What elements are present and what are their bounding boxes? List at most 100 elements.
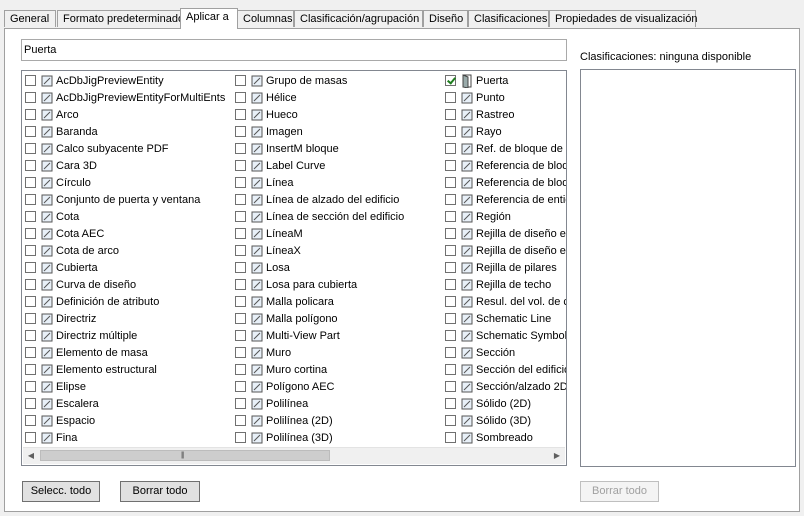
list-item[interactable]: InsertM bloque [232,140,438,157]
list-item[interactable]: Baranda [22,123,228,140]
list-item[interactable]: Rejilla de diseño er [442,242,566,259]
list-item[interactable]: Rejilla de diseño er [442,225,566,242]
item-checkbox[interactable] [25,143,36,154]
list-item[interactable]: Cara 3D [22,157,228,174]
list-item[interactable]: Punto [442,89,566,106]
list-item[interactable]: Referencia de entic [442,191,566,208]
item-checkbox[interactable] [445,415,456,426]
item-checkbox[interactable] [445,381,456,392]
list-item[interactable]: Referencia de bloq [442,174,566,191]
item-checkbox[interactable] [235,398,246,409]
list-item[interactable]: Conjunto de puerta y ventana [22,191,228,208]
scroll-right-icon[interactable]: ▶ [549,448,565,464]
list-item[interactable]: Fina [22,429,228,446]
item-checkbox[interactable] [445,177,456,188]
list-item[interactable]: Arco [22,106,228,123]
item-checkbox[interactable] [25,398,36,409]
item-checkbox[interactable] [445,398,456,409]
list-item[interactable]: Espacio [22,412,228,429]
list-item[interactable]: Línea de sección del edificio [232,208,438,225]
list-item[interactable]: Calco subyacente PDF [22,140,228,157]
list-item[interactable]: Polilínea [232,395,438,412]
list-item[interactable]: Schematic Line [442,310,566,327]
item-checkbox[interactable] [25,92,36,103]
item-checkbox[interactable] [445,313,456,324]
tab-formato-predeterminado[interactable]: Formato predeterminado [57,10,184,27]
list-item[interactable]: Multi-View Part [232,327,438,344]
item-checkbox[interactable] [25,126,36,137]
item-checkbox[interactable] [25,194,36,205]
list-item[interactable]: Resul. del vol. de c [442,293,566,310]
clear-all-button[interactable]: Borrar todo [120,481,200,502]
item-checkbox[interactable] [445,364,456,375]
item-checkbox[interactable] [25,330,36,341]
item-checkbox[interactable] [235,92,246,103]
list-item[interactable]: Hueco [232,106,438,123]
list-item[interactable]: Muro cortina [232,361,438,378]
list-item[interactable]: LíneaM [232,225,438,242]
list-item[interactable]: Sólido (2D) [442,395,566,412]
item-checkbox[interactable] [25,75,36,86]
list-item[interactable]: Losa para cubierta [232,276,438,293]
item-checkbox[interactable] [25,177,36,188]
list-item[interactable]: Rastreo [442,106,566,123]
item-checkbox[interactable] [445,432,456,443]
item-checkbox[interactable] [235,313,246,324]
filter-input[interactable] [21,39,567,61]
tab-clasificacion-agrupacion[interactable]: Clasificación/agrupación [294,10,423,27]
list-item[interactable]: Referencia de bloq [442,157,566,174]
item-checkbox[interactable] [235,415,246,426]
list-item[interactable]: Elemento de masa [22,344,228,361]
item-checkbox[interactable] [235,432,246,443]
tab-diseno[interactable]: Diseño [423,10,468,27]
item-checkbox[interactable] [235,245,246,256]
item-checkbox[interactable] [235,211,246,222]
item-checkbox[interactable] [25,415,36,426]
list-item[interactable]: Puerta [442,72,566,89]
item-checkbox[interactable] [25,364,36,375]
list-item[interactable]: Definición de atributo [22,293,228,310]
tab-general[interactable]: General [4,10,56,27]
list-item[interactable]: Losa [232,259,438,276]
list-item[interactable]: Rayo [442,123,566,140]
item-checkbox[interactable] [445,279,456,290]
list-item[interactable]: AcDbJigPreviewEntity [22,72,228,89]
list-item[interactable]: Hélice [232,89,438,106]
item-checkbox[interactable] [235,262,246,273]
list-item[interactable]: Ref. de bloque de m [442,140,566,157]
item-checkbox[interactable] [445,160,456,171]
list-item[interactable]: Polilínea (2D) [232,412,438,429]
tab-columnas[interactable]: Columnas [237,10,294,27]
list-item[interactable]: Sección [442,344,566,361]
item-checkbox[interactable] [25,245,36,256]
list-item[interactable]: Sombreado [442,429,566,446]
item-checkbox[interactable] [445,296,456,307]
item-checkbox[interactable] [235,364,246,375]
scrollbar-thumb[interactable]: ||| [40,450,330,461]
item-checkbox[interactable] [445,211,456,222]
list-item[interactable]: Sección/alzado 2D [442,378,566,395]
list-item[interactable]: Polígono AEC [232,378,438,395]
tab-clasificaciones[interactable]: Clasificaciones [468,10,549,27]
list-item[interactable]: Línea de alzado del edificio [232,191,438,208]
list-item[interactable]: LíneaX [232,242,438,259]
list-item[interactable]: Cubierta [22,259,228,276]
list-item[interactable]: Grupo de masas [232,72,438,89]
list-item[interactable]: Rejilla de techo [442,276,566,293]
select-all-button[interactable]: Selecc. todo [22,481,100,502]
list-item[interactable]: Malla polígono [232,310,438,327]
item-checkbox[interactable] [25,109,36,120]
list-item[interactable]: AcDbJigPreviewEntityForMultiEnts [22,89,228,106]
item-checkbox[interactable] [25,279,36,290]
scroll-left-icon[interactable]: ◀ [23,448,39,464]
item-checkbox[interactable] [25,296,36,307]
item-checkbox[interactable] [235,194,246,205]
item-checkbox[interactable] [25,432,36,443]
list-item[interactable]: Sólido (3D) [442,412,566,429]
list-item[interactable]: Curva de diseño [22,276,228,293]
item-checkbox[interactable] [25,262,36,273]
item-checkbox[interactable] [445,330,456,341]
item-checkbox[interactable] [25,160,36,171]
list-item[interactable]: Imagen [232,123,438,140]
item-checkbox[interactable] [445,347,456,358]
